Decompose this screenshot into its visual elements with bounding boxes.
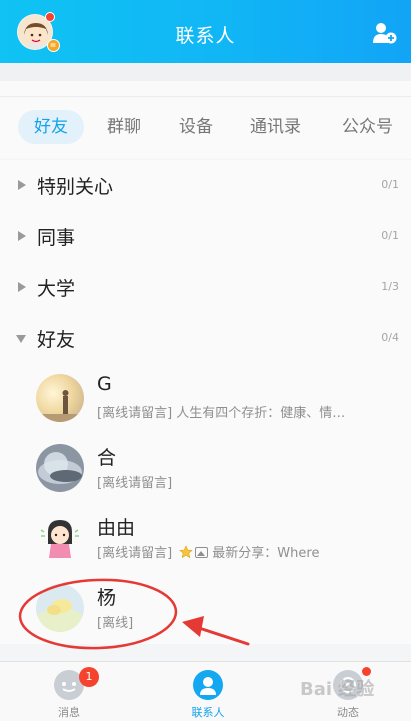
header-bar: 联系人 (0, 0, 411, 63)
group-special-care[interactable]: 特别关心 0/1 (0, 160, 411, 211)
add-contact-icon[interactable] (373, 22, 397, 44)
friend-status: [离线请留言] 最新分享：Where (97, 542, 319, 561)
group-count: 1/3 (381, 280, 399, 293)
caret-right-icon (18, 231, 26, 241)
contacts-icon (193, 670, 223, 700)
signature-text: 最新分享：Where (212, 546, 320, 561)
friend-status: [离线请留言] (97, 472, 172, 491)
status-text: [离线请留言] (97, 546, 173, 561)
group-count: 0/1 (381, 178, 399, 191)
friend-row-yang[interactable]: 杨 [离线] (0, 574, 411, 644)
nav-messages[interactable]: 1 消息 (29, 662, 109, 721)
tab-devices[interactable]: 设备 (179, 110, 213, 144)
status-text: [离线] (97, 616, 134, 631)
caret-right-icon (18, 282, 26, 292)
group-count: 0/4 (381, 331, 399, 344)
tab-bar: 好友 群聊 设备 通讯录 公众号 (0, 97, 411, 159)
friend-name: G (97, 373, 112, 395)
unread-badge: 1 (79, 667, 99, 687)
tab-official-accounts[interactable]: 公众号 (342, 110, 393, 144)
caret-down-icon (16, 335, 26, 343)
group-name: 好友 (37, 329, 76, 351)
search-strip (0, 81, 411, 97)
friend-avatar (36, 514, 84, 562)
signature-text: 人生有四个存折：健康、情… (176, 406, 346, 421)
group-name: 大学 (37, 278, 76, 300)
star-icon (179, 545, 194, 559)
caret-right-icon (18, 180, 26, 190)
nav-label: 联系人 (191, 706, 225, 719)
friend-name: 杨 (97, 587, 117, 609)
tab-address-book[interactable]: 通讯录 (250, 110, 301, 144)
nav-contacts[interactable]: 联系人 (168, 662, 248, 721)
group-name: 同事 (37, 227, 76, 249)
tab-friends[interactable]: 好友 (18, 110, 84, 144)
friend-avatar (36, 584, 84, 632)
friend-row-he[interactable]: 合 [离线请留言] (0, 434, 411, 504)
friend-avatar (36, 374, 84, 422)
divider-band (0, 63, 411, 81)
status-text: [离线请留言] (97, 476, 173, 491)
friend-status: [离线] (97, 612, 133, 631)
friend-name: 合 (97, 447, 117, 469)
friend-row-g[interactable]: G [离线请留言] 人生有四个存折：健康、情… (0, 364, 411, 434)
friend-status: [离线请留言] 人生有四个存折：健康、情… (97, 402, 345, 421)
group-university[interactable]: 大学 1/3 (0, 262, 411, 313)
friend-name: 由由 (97, 517, 136, 539)
tab-groups[interactable]: 群聊 (107, 110, 141, 144)
friend-row-youyou[interactable]: 由由 [离线请留言] 最新分享：Where (0, 504, 411, 574)
group-colleagues[interactable]: 同事 0/1 (0, 211, 411, 262)
page-title: 联系人 (175, 25, 236, 47)
status-text: [离线请留言] (97, 406, 173, 421)
nav-label: 消息 (58, 706, 80, 719)
group-count: 0/1 (381, 229, 399, 242)
group-name: 特别关心 (37, 176, 114, 198)
friend-avatar (36, 444, 84, 492)
image-icon (195, 547, 209, 558)
watermark: Bai 经验 (300, 679, 375, 700)
group-friends[interactable]: 好友 0/4 (0, 313, 411, 364)
